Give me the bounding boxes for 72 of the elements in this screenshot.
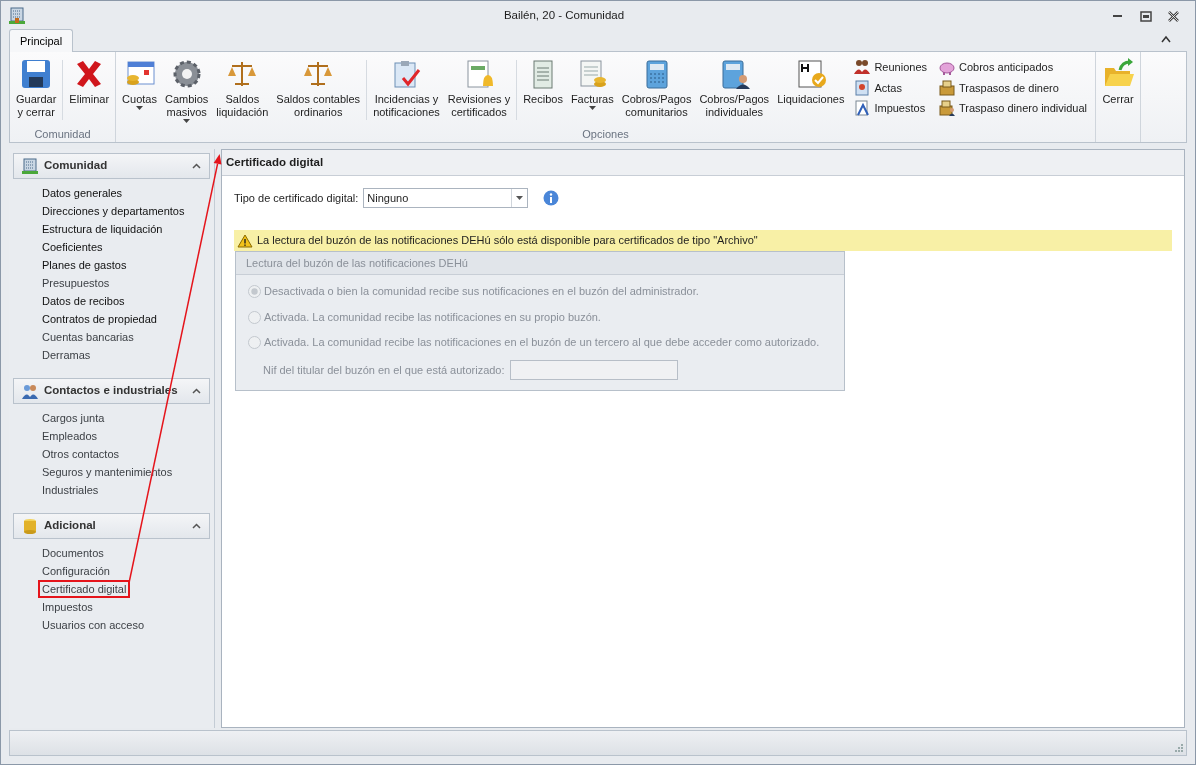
sidebar-link[interactable]: Contratos de propiedad	[38, 310, 161, 328]
certificate-type-dropdown[interactable]: Ninguno	[363, 188, 529, 209]
sidebar-link[interactable]: Presupuestos	[38, 274, 114, 292]
collapse-ribbon-icon[interactable]	[1161, 35, 1171, 43]
app-building-icon	[9, 7, 25, 25]
ribbon-button[interactable]: Saldos contables ordinarios	[272, 54, 365, 119]
dropdown-caret-icon	[588, 106, 596, 110]
document-ribbon-icon	[854, 79, 871, 96]
ribbon-small-button[interactable]: Impuestos	[852, 99, 929, 118]
warning-text: La lectura del buzón de las notificaciones DEHú sólo está disponible para certificados de tipo "Archivo"	[257, 233, 758, 249]
ribbon-small-button[interactable]: Cobros anticipados	[937, 58, 1089, 77]
sidebar-link[interactable]: Planes de gastos	[38, 256, 131, 274]
building-icon	[22, 157, 38, 175]
cash-register-icon	[939, 79, 955, 96]
ribbon-button[interactable]: Saldos liquidación	[212, 54, 273, 119]
close-icon	[1166, 9, 1180, 23]
sidebar-link[interactable]: Cargos junta	[38, 409, 109, 427]
sidebar-link[interactable]: Coeficientes	[38, 238, 107, 256]
section-title: Certificado digital	[222, 150, 1184, 177]
minimize-icon	[1112, 15, 1122, 17]
ribbon-button[interactable]: Revisiones y certificados	[443, 54, 515, 119]
ribbon-small-button[interactable]: Reuniones	[852, 58, 929, 77]
restore-icon	[1138, 9, 1152, 23]
ribbon-button[interactable]: Facturas	[566, 54, 618, 113]
field-label: Nif del titular del buzón en el que está autorizado:	[263, 362, 505, 378]
sidebar-link[interactable]: Direcciones y departamentos	[38, 202, 189, 220]
ribbon-button[interactable]: Cerrar	[1098, 54, 1138, 106]
document-pen-icon	[854, 100, 871, 117]
sidebar-link[interactable]: Certificado digital	[38, 580, 131, 598]
cylinder-icon	[22, 517, 38, 535]
piggy-bank-icon	[939, 59, 955, 76]
cash-register-person-icon	[939, 100, 955, 117]
sidebar-link[interactable]: Datos de recibos	[38, 292, 129, 310]
field-label: Tipo de certificado digital:	[234, 191, 359, 206]
sidebar-link[interactable]: Industriales	[38, 481, 103, 499]
ribbon-button[interactable]: Eliminar	[65, 54, 114, 106]
ribbon-small-button[interactable]: Actas	[852, 78, 929, 97]
ribbon-button[interactable]: Cuotas	[118, 54, 161, 113]
ribbon-button[interactable]: Liquidaciones	[773, 54, 849, 106]
group-title: Lectura del buzón de las notificaciones DEHú	[236, 251, 844, 276]
panel-header[interactable]: Adicional	[13, 513, 210, 539]
sidebar-link[interactable]: Impuestos	[38, 598, 97, 616]
ribbon-button[interactable]: Cobros/Pagos comunitarios	[617, 54, 696, 119]
ribbon-button[interactable]: Guardar y cerrar	[12, 54, 61, 119]
warning-icon	[237, 233, 253, 248]
window-title: Bailén, 20 - Comunidad	[502, 8, 626, 24]
ribbon-button[interactable]: Cobros/Pagos individuales	[695, 54, 774, 119]
sidebar-link[interactable]: Cuentas bancarias	[38, 328, 138, 346]
dropdown-caret-icon	[516, 196, 524, 201]
ribbon-group-label: Opciones	[581, 127, 630, 142]
info-icon	[543, 190, 560, 207]
sidebar-link[interactable]: Otros contactos	[38, 445, 124, 463]
dropdown-caret-icon	[183, 119, 191, 123]
ribbon-small-button[interactable]: Traspasos de dinero	[937, 78, 1089, 97]
ribbon-small-button[interactable]: Traspaso dinero individual	[937, 99, 1089, 118]
sidebar-link[interactable]: Derramas	[38, 346, 95, 364]
resize-grip-icon	[1174, 743, 1184, 753]
panel-header[interactable]: Comunidad	[13, 153, 210, 179]
ribbon-button[interactable]: Recibos	[519, 54, 567, 106]
sidebar-link[interactable]: Datos generales	[38, 184, 127, 202]
sidebar-link[interactable]: Estructura de liquidación	[38, 220, 167, 238]
sidebar-link[interactable]: Configuración	[38, 562, 114, 580]
sidebar-link[interactable]: Usuarios con acceso	[38, 616, 149, 634]
dropdown-caret-icon	[136, 106, 143, 110]
ribbon-button[interactable]: Incidencias y notificaciones	[369, 54, 444, 119]
people-icon	[854, 59, 871, 76]
sidebar-link[interactable]: Empleados	[38, 427, 102, 445]
sidebar-link[interactable]: Documentos	[38, 544, 108, 562]
ribbon-button[interactable]: Cambios masivos	[160, 54, 213, 126]
ribbon-group-label: Comunidad	[33, 127, 92, 142]
people-icon	[22, 382, 38, 400]
ribbon-tab[interactable]: Principal	[9, 28, 74, 52]
